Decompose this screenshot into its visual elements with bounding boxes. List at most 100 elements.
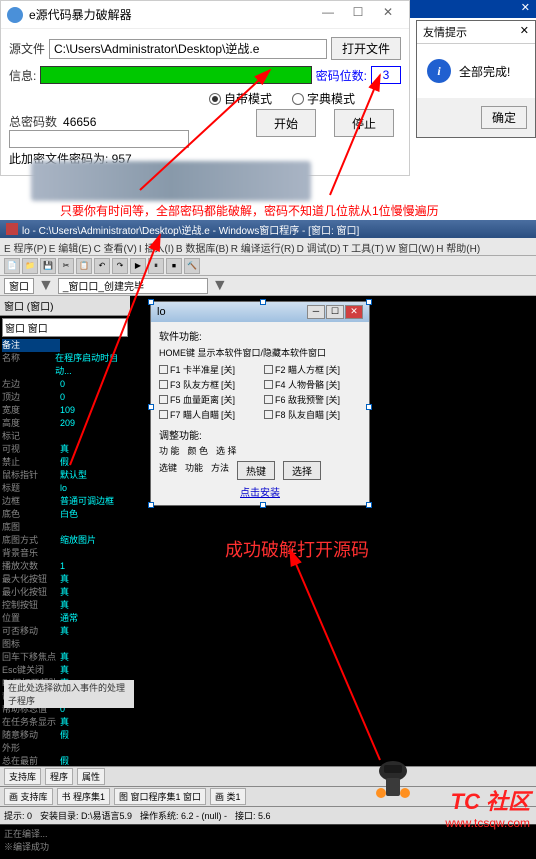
tool-icon[interactable]: ⏹ — [166, 258, 182, 274]
menu-item[interactable]: E 程序(P) — [4, 240, 47, 253]
ide-menubar[interactable]: E 程序(P)E 编辑(E)C 查看(V)I 插入(I)B 数据库(B)R 编译… — [0, 238, 536, 256]
canvas-area[interactable]: lo ─ ☐ ✕ 软件功能: HOME键 显示本软件窗口/隐藏本软件窗口 F1 … — [130, 296, 536, 766]
status-segment: 安装目录: D:\易语言5.9 — [40, 809, 132, 822]
prop-row[interactable]: 播放次数1 — [0, 560, 130, 573]
config-close[interactable]: ✕ — [345, 305, 363, 319]
background-close[interactable]: ✕ — [517, 0, 534, 15]
open-file-button[interactable]: 打开文件 — [331, 37, 401, 60]
close-button[interactable]: ✕ — [373, 5, 403, 25]
tool-icon[interactable]: ▶ — [130, 258, 146, 274]
tool-icon[interactable]: ✂ — [58, 258, 74, 274]
prop-row[interactable]: 外形 — [0, 742, 130, 755]
ide-toolbar[interactable]: 📄 📁 💾 ✂ 📋 ↶ ↷ ▶ ⏸ ⏹ 🔨 — [0, 256, 536, 276]
doc-tab[interactable]: 画 支持库 — [4, 788, 53, 805]
prop-row[interactable]: 最小化按钮真 — [0, 586, 130, 599]
prop-row[interactable]: 背景音乐 — [0, 547, 130, 560]
bottom-tab[interactable]: 程序 — [45, 768, 73, 785]
prop-row[interactable]: 标题lo — [0, 482, 130, 495]
prop-row[interactable]: 底图方式缩放图片 — [0, 534, 130, 547]
maximize-button[interactable]: ☐ — [343, 5, 373, 25]
prop-row[interactable]: 边框普通可调边框 — [0, 495, 130, 508]
doc-tab[interactable]: 书 程序集1 — [57, 788, 111, 805]
prop-row[interactable]: 禁止假 — [0, 456, 130, 469]
config-checkbox-item[interactable]: F7 瞄人自瞄[关] — [159, 408, 256, 421]
tool-icon[interactable]: ⏸ — [148, 258, 164, 274]
pwd-digits-input[interactable] — [371, 66, 401, 84]
tool-icon[interactable]: 💾 — [40, 258, 56, 274]
config-checkbox-item[interactable]: F8 队友自瞄[关] — [264, 408, 361, 421]
menu-item[interactable]: I 插入(I) — [139, 240, 174, 253]
prop-row[interactable]: 随意移动假 — [0, 729, 130, 742]
menu-item[interactable]: C 查看(V) — [94, 240, 137, 253]
prop-row[interactable]: 回车下移焦点真 — [0, 651, 130, 664]
select-button[interactable]: 选择 — [283, 461, 321, 480]
menu-item[interactable]: H 帮助(H) — [436, 240, 480, 253]
src-file-input[interactable] — [49, 39, 327, 59]
prop-row[interactable]: 鼠标指针默认型 — [0, 469, 130, 482]
prop-row[interactable]: 最大化按钮真 — [0, 573, 130, 586]
minimize-button[interactable]: — — [313, 5, 343, 25]
tip-close[interactable]: ✕ — [520, 24, 529, 40]
prop-row[interactable]: 在任务条显示真 — [0, 716, 130, 729]
start-button[interactable]: 开始 — [256, 109, 316, 137]
stop-button[interactable]: 停止 — [334, 109, 394, 137]
blurred-region — [31, 161, 311, 201]
menu-item[interactable]: E 编辑(E) — [49, 240, 92, 253]
config-checkbox-item[interactable]: F4 人物骨骼[关] — [264, 378, 361, 391]
prop-row[interactable]: 备注 — [0, 339, 130, 352]
prop-row[interactable]: 名称在程序启动时自动... — [0, 352, 130, 378]
watermark: ТC 社区 www.tcsqw.com — [445, 784, 530, 830]
cracker-titlebar: e源代码暴力破解器 — ☐ ✕ — [1, 1, 409, 29]
menu-item[interactable]: T 工具(T) — [342, 240, 383, 253]
config-min[interactable]: ─ — [307, 305, 325, 319]
prop-row[interactable]: 底色白色 — [0, 508, 130, 521]
config-checkbox-item[interactable]: F6 敌我预警[关] — [264, 393, 361, 406]
prop-row[interactable]: 位置通常 — [0, 612, 130, 625]
config-checkbox-item[interactable]: F2 瞄人方框[关] — [264, 363, 361, 376]
prop-row[interactable]: 控制按钮真 — [0, 599, 130, 612]
tool-icon[interactable]: 📁 — [22, 258, 38, 274]
menu-item[interactable]: R 编译运行(R) — [231, 240, 295, 253]
bottom-tab[interactable]: 支持库 — [4, 768, 41, 785]
config-max[interactable]: ☐ — [326, 305, 344, 319]
tool-icon[interactable]: ↶ — [94, 258, 110, 274]
tip-ok-button[interactable]: 确定 — [481, 106, 527, 129]
prop-row[interactable]: 总在最前假 — [0, 755, 130, 766]
mode-self-radio[interactable]: 自带模式 — [209, 90, 272, 107]
prop-row[interactable]: 图标 — [0, 638, 130, 651]
combo-event[interactable]: _窗口口_创建完毕 — [58, 278, 208, 294]
config-titlebar: lo ─ ☐ ✕ — [151, 302, 369, 322]
pubg-character-icon — [366, 753, 421, 803]
mode-dict-radio[interactable]: 字典模式 — [292, 90, 355, 107]
tool-icon[interactable]: ↷ — [112, 258, 128, 274]
prop-combo[interactable]: 窗口 窗口 — [2, 318, 128, 337]
config-install-link[interactable]: 点击安装 — [159, 484, 361, 499]
config-checkbox-item[interactable]: F1 卡半准星[关] — [159, 363, 256, 376]
prop-row[interactable]: 可视真 — [0, 443, 130, 456]
doc-tab[interactable]: 画 类1 — [210, 788, 246, 805]
total-input[interactable] — [9, 130, 189, 148]
hotkey-button[interactable]: 热键 — [237, 461, 275, 480]
tool-icon[interactable]: 📄 — [4, 258, 20, 274]
config-section2: 调整功能: — [159, 427, 361, 442]
prop-row[interactable]: 宽度109 — [0, 404, 130, 417]
ide-icon — [6, 223, 18, 235]
prop-row[interactable]: Esc键关闭真 — [0, 664, 130, 677]
config-checkbox-item[interactable]: F5 血量距离[关] — [159, 393, 256, 406]
doc-tab[interactable]: 图 窗口程序集1 窗口 — [114, 788, 206, 805]
prop-row[interactable]: 顶边0 — [0, 391, 130, 404]
tip-dialog: 友情提示 ✕ i 全部完成! 确定 — [416, 20, 536, 138]
prop-row[interactable]: 左边0 — [0, 378, 130, 391]
prop-row[interactable]: 标记 — [0, 430, 130, 443]
prop-row[interactable]: 可否移动真 — [0, 625, 130, 638]
prop-row[interactable]: 高度209 — [0, 417, 130, 430]
config-checkbox-item[interactable]: F3 队友方框[关] — [159, 378, 256, 391]
combo-window[interactable]: 窗口 — [4, 278, 34, 294]
menu-item[interactable]: B 数据库(B) — [176, 240, 229, 253]
prop-row[interactable]: 底图 — [0, 521, 130, 534]
tool-icon[interactable]: 📋 — [76, 258, 92, 274]
tool-icon[interactable]: 🔨 — [184, 258, 200, 274]
bottom-tab[interactable]: 属性 — [77, 768, 105, 785]
menu-item[interactable]: D 调试(D) — [297, 240, 341, 253]
menu-item[interactable]: W 窗口(W) — [386, 240, 434, 253]
